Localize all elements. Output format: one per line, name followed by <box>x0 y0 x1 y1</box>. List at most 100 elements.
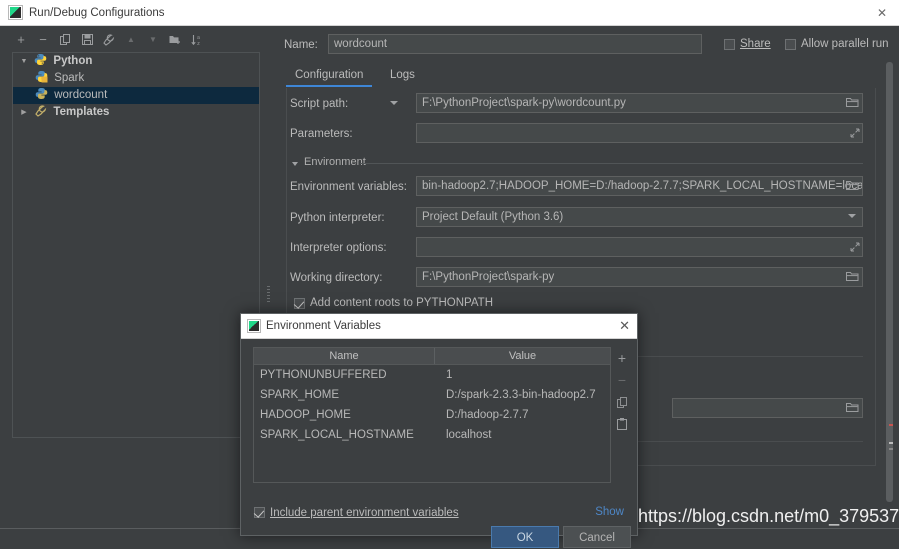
tree-item-wordcount[interactable]: wordcount <box>13 87 259 104</box>
table-row[interactable]: SPARK_LOCAL_HOSTNAME localhost <box>254 425 610 445</box>
paste-variable-button[interactable] <box>613 415 631 433</box>
table-row[interactable]: HADOOP_HOME D:/hadoop-2.7.7 <box>254 405 610 425</box>
sort-configurations-button[interactable]: a z <box>188 31 206 49</box>
dialog-title-bar: Environment Variables ✕ <box>241 314 637 339</box>
pycharm-icon <box>8 5 23 20</box>
cell-name: SPARK_HOME <box>260 389 340 401</box>
edit-templates-button[interactable] <box>100 31 118 49</box>
parameters-input[interactable] <box>416 123 863 143</box>
tree-item-python[interactable]: ▼ Python <box>13 53 259 70</box>
move-up-button[interactable]: ▲ <box>122 31 140 49</box>
tree-item-templates[interactable]: ▶ Templates <box>13 104 259 121</box>
info-stripe-mark-2 <box>889 448 893 450</box>
svg-text:z: z <box>197 41 200 46</box>
sort-az-icon: a z <box>191 35 200 46</box>
column-header-value[interactable]: Value <box>435 348 610 364</box>
cell-name: HADOOP_HOME <box>260 409 351 421</box>
show-link[interactable]: Show <box>595 506 624 518</box>
copy-icon <box>59 34 70 45</box>
table-header: Name Value <box>254 348 610 365</box>
dialog-title: Environment Variables <box>266 320 381 332</box>
remove-configuration-button[interactable]: − <box>34 31 52 49</box>
python-icon <box>35 87 48 100</box>
script-path-mode-chevron-down-icon[interactable] <box>390 101 398 105</box>
allow-parallel-run-label: Allow parallel run <box>801 38 889 50</box>
new-folder-button[interactable] <box>166 31 184 49</box>
close-icon[interactable]: ✕ <box>869 4 895 22</box>
obscured-path-input[interactable] <box>672 398 863 418</box>
chevron-down-icon[interactable]: ▼ <box>17 53 31 70</box>
cell-value: localhost <box>446 429 492 441</box>
configuration-tabs: Configuration Logs <box>286 64 876 88</box>
add-configuration-button[interactable]: + <box>12 31 30 49</box>
environment-section-chevron-down-icon[interactable] <box>292 162 298 166</box>
pycharm-icon <box>247 319 261 333</box>
save-configuration-button[interactable] <box>78 31 96 49</box>
add-variable-button[interactable]: + <box>613 349 631 367</box>
column-header-name[interactable]: Name <box>254 348 434 364</box>
add-content-roots-label: Add content roots to PYTHONPATH <box>310 297 494 309</box>
interpreter-options-label: Interpreter options: <box>290 242 387 254</box>
environment-variables-table[interactable]: Name Value PYTHONUNBUFFERED 1 SPARK_HOME… <box>253 347 611 483</box>
paste-icon <box>617 418 627 430</box>
include-parent-environment-variables-checkbox[interactable] <box>254 507 265 518</box>
interpreter-options-input[interactable] <box>416 237 863 257</box>
name-input[interactable]: wordcount <box>328 34 702 54</box>
window-title: Run/Debug Configurations <box>29 7 165 19</box>
environment-section-rule <box>360 163 863 164</box>
configurations-left-pane: + − ▲ ▼ a z ▼ Python Spark wordcount ▶ T… <box>0 26 272 528</box>
interpreter-options-expand-icon[interactable] <box>850 242 860 252</box>
info-stripe-mark <box>889 442 893 444</box>
copy-icon <box>616 397 627 408</box>
obscured-browse-icon[interactable] <box>846 402 859 415</box>
copy-configuration-button[interactable] <box>56 31 74 49</box>
window-title-bar: Run/Debug Configurations ✕ <box>0 0 899 26</box>
cell-name: SPARK_LOCAL_HOSTNAME <box>260 429 414 441</box>
add-content-roots-checkbox[interactable] <box>294 298 305 309</box>
working-directory-browse-icon[interactable] <box>846 271 859 284</box>
cancel-button[interactable]: Cancel <box>563 526 631 548</box>
include-parent-environment-variables-label: Include parent environment variables <box>270 507 459 519</box>
python-interpreter-label: Python interpreter: <box>290 212 385 224</box>
tree-item-label: Spark <box>54 72 85 84</box>
working-directory-input[interactable]: F:\PythonProject\spark-py <box>416 267 863 287</box>
chevron-right-icon[interactable]: ▶ <box>17 104 31 121</box>
save-icon <box>81 34 93 45</box>
cell-name: PYTHONUNBUFFERED <box>260 369 387 381</box>
close-icon[interactable]: ✕ <box>619 318 630 334</box>
script-path-input[interactable]: F:\PythonProject\spark-py\wordcount.py <box>416 93 863 113</box>
splitter-grip[interactable] <box>267 286 270 302</box>
error-stripe-mark <box>889 424 893 426</box>
tree-item-spark[interactable]: Spark <box>13 70 259 87</box>
table-row[interactable]: SPARK_HOME D:/spark-2.3.3-bin-hadoop2.7 <box>254 385 610 405</box>
wrench-icon <box>34 105 47 118</box>
configurations-tree[interactable]: ▼ Python Spark wordcount ▶ Templates <box>12 52 260 438</box>
copy-variable-button[interactable] <box>613 393 631 411</box>
script-path-label: Script path: <box>290 98 349 110</box>
environment-variables-input[interactable]: bin-hadoop2.7;HADOOP_HOME=D:/hadoop-2.7.… <box>416 176 863 196</box>
run-debug-configurations-window: Run/Debug Configurations ✕ + − ▲ ▼ a z ▼… <box>0 0 899 548</box>
parameters-expand-icon[interactable] <box>850 128 860 138</box>
python-interpreter-select[interactable]: Project Default (Python 3.6) <box>416 207 863 227</box>
scrollbar-thumb[interactable] <box>886 62 893 502</box>
python-interpreter-chevron-down-icon[interactable] <box>848 214 856 218</box>
share-label: Share <box>740 38 771 50</box>
configuration-scrollbar[interactable] <box>886 62 893 528</box>
ok-button[interactable]: OK <box>491 526 559 548</box>
name-label: Name: <box>284 39 318 51</box>
allow-parallel-run-checkbox[interactable] <box>785 39 796 50</box>
table-row[interactable]: PYTHONUNBUFFERED 1 <box>254 365 610 385</box>
tree-item-label: wordcount <box>54 89 108 101</box>
tree-item-label: Templates <box>53 106 110 118</box>
parameters-label: Parameters: <box>290 128 353 140</box>
remove-variable-button[interactable]: − <box>613 371 631 389</box>
move-down-button[interactable]: ▼ <box>144 31 162 49</box>
environment-variables-browse-icon[interactable] <box>846 180 859 193</box>
folder-add-icon <box>169 36 180 44</box>
environment-variables-dialog: Environment Variables ✕ Name Value PYTHO… <box>240 313 638 548</box>
python-icon <box>34 53 47 66</box>
share-checkbox[interactable] <box>724 39 735 50</box>
tab-logs[interactable]: Logs <box>381 64 424 86</box>
script-path-browse-icon[interactable] <box>846 97 859 110</box>
tab-configuration[interactable]: Configuration <box>286 64 373 87</box>
